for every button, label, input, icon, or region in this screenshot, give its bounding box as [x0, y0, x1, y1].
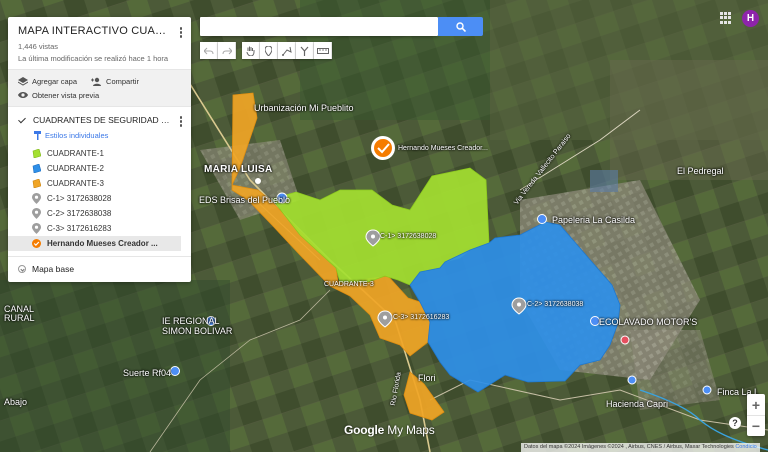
label-abajo: Abajo [4, 397, 28, 407]
label-c3-pin: C-3> 3172616283 [393, 314, 450, 321]
label-regional: IE REGIONAL [162, 316, 220, 326]
expand-icon [18, 265, 26, 273]
last-modified: La última modificación se realizó hace 1… [18, 54, 169, 63]
user-avatar[interactable]: H [742, 10, 759, 27]
map-title[interactable]: MAPA INTERACTIVO CUADRANT... [18, 25, 168, 37]
label-el-pedregal: El Pedregal [677, 166, 724, 176]
directions-icon [300, 46, 309, 56]
redo-button[interactable] [218, 42, 236, 59]
layer-name[interactable]: CUADRANTES DE SEGURIDAD FLO... [33, 115, 171, 125]
zoom-out-button[interactable]: − [747, 415, 765, 436]
label-ecolavado: ECOLAVADO MOTOR'S [599, 317, 698, 327]
map-pin-icon [32, 193, 41, 204]
feature-item-cuadrante-3[interactable]: CUADRANTE-3 [8, 176, 191, 191]
map-pin-icon [265, 45, 272, 56]
pan-button[interactable] [242, 42, 260, 59]
polygon-icon [32, 149, 41, 158]
feature-item-c1[interactable]: C-1> 3172638028 [8, 191, 191, 206]
feature-list: CUADRANTE-1 CUADRANTE-2 CUADRANTE-3 C-1>… [8, 146, 191, 251]
view-count: 1,446 vistas [18, 42, 59, 51]
polygon-icon [32, 179, 41, 188]
search-button[interactable] [438, 17, 483, 36]
eye-icon [18, 92, 28, 98]
search-input[interactable] [200, 17, 438, 36]
feature-item-c3[interactable]: C-3> 3172616283 [8, 221, 191, 236]
draw-line-icon [281, 46, 292, 56]
feature-item-c2[interactable]: C-2> 3172638038 [8, 206, 191, 221]
label-simon: SIMON BOLIVAR [162, 326, 233, 336]
redo-icon [222, 47, 232, 54]
map-toolbar [200, 42, 332, 59]
add-layer-button[interactable]: Agregar capa [18, 76, 77, 86]
label-c1-pin: C-1> 3172638028 [380, 233, 437, 240]
base-map-toggle[interactable]: Mapa base [8, 256, 191, 282]
label-rural: RURAL [4, 313, 35, 323]
feature-item-cuadrante-2[interactable]: CUADRANTE-2 [8, 161, 191, 176]
layers-panel: MAPA INTERACTIVO CUADRANT... 1,446 vista… [8, 17, 191, 282]
search-icon [455, 21, 466, 32]
label-suerte: Suerte Rf04 [123, 368, 172, 378]
apps-grid-icon[interactable] [720, 12, 732, 24]
measure-button[interactable] [314, 42, 332, 59]
panel-header: MAPA INTERACTIVO CUADRANT... 1,446 vista… [8, 17, 191, 69]
label-c2-pin: C-2> 3172638038 [527, 301, 584, 308]
ruler-icon [316, 47, 329, 54]
preview-button[interactable]: Obtener vista previa [18, 91, 99, 100]
label-flor: Flori [418, 373, 436, 383]
directions-button[interactable] [296, 42, 314, 59]
label-maria-luisa: MARIA LUISA [204, 164, 273, 175]
styles-link[interactable]: Estilos individuales [8, 127, 191, 146]
google-my-maps-logo: Google My Maps [344, 423, 435, 437]
feature-item-cuadrante-1[interactable]: CUADRANTE-1 [8, 146, 191, 161]
undo-button[interactable] [200, 42, 218, 59]
zoom-control: + − [747, 394, 765, 436]
help-icon[interactable]: ? [729, 417, 741, 429]
map-attribution: Datos del mapa ©2024 Imágenes ©2024 , Ai… [521, 443, 760, 452]
add-layer-icon [18, 76, 28, 86]
undo-icon [203, 47, 213, 54]
map-pin-icon [32, 208, 41, 219]
label-hernando: Hernando Mueses Creador... [398, 145, 488, 152]
paint-roller-icon [34, 131, 41, 140]
feature-item-hernando[interactable]: Hernando Mueses Creador ... [8, 236, 181, 251]
label-cuadrante-3-area: CUADRANTE-3 [324, 281, 374, 288]
map-pin-icon [32, 223, 41, 234]
label-hacienda: Hacienda Capri [606, 399, 669, 409]
label-eds: EDS Brisas del Pueblo [199, 195, 291, 205]
label-urbanizacion: Urbanización Mi Pueblito [254, 103, 354, 113]
draw-line-button[interactable] [278, 42, 296, 59]
polygon-icon [32, 164, 41, 173]
share-button[interactable]: Compartir [91, 77, 139, 86]
panel-actions: Agregar capa Compartir Obtener vista pre… [8, 69, 191, 107]
map-options-icon[interactable] [179, 27, 183, 39]
hand-icon [246, 46, 255, 56]
layer-options-icon[interactable] [179, 116, 183, 128]
label-papeleria: Papeleria La Casilda [552, 215, 636, 225]
add-person-icon [91, 77, 102, 86]
check-circle-icon [32, 239, 41, 248]
layer-header: CUADRANTES DE SEGURIDAD FLO... [8, 107, 191, 127]
terms-link[interactable]: Condicio [735, 444, 756, 450]
layer-visibility-checkbox[interactable] [18, 116, 27, 125]
add-marker-button[interactable] [260, 42, 278, 59]
zoom-in-button[interactable]: + [747, 394, 765, 415]
